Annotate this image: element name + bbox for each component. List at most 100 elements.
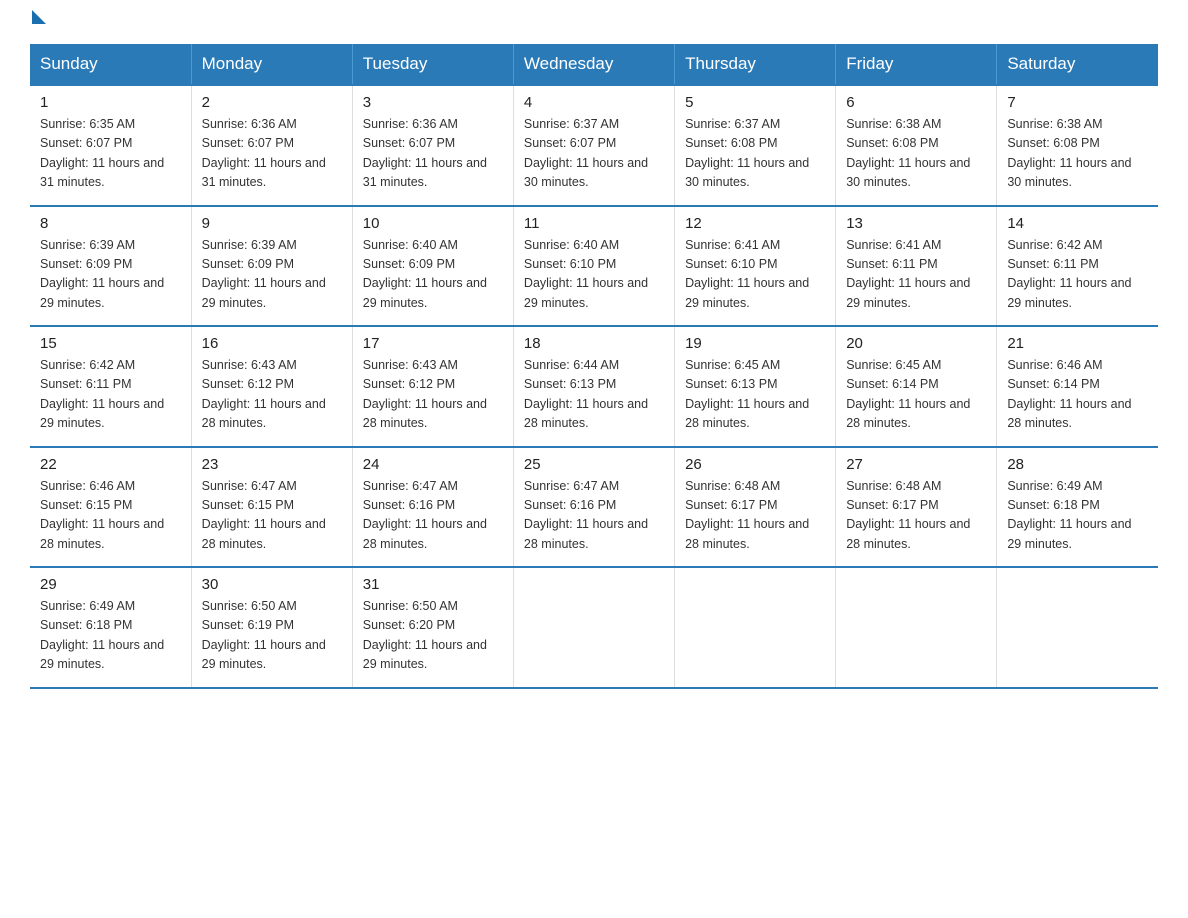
calendar-cell: 10 Sunrise: 6:40 AMSunset: 6:09 PMDayligh…	[352, 206, 513, 327]
day-info: Sunrise: 6:49 AMSunset: 6:18 PMDaylight:…	[40, 599, 164, 671]
calendar-cell: 3 Sunrise: 6:36 AMSunset: 6:07 PMDaylight…	[352, 85, 513, 206]
day-number: 12	[685, 215, 825, 232]
calendar-cell: 9 Sunrise: 6:39 AMSunset: 6:09 PMDaylight…	[191, 206, 352, 327]
day-info: Sunrise: 6:49 AMSunset: 6:18 PMDaylight:…	[1007, 479, 1131, 551]
day-info: Sunrise: 6:36 AMSunset: 6:07 PMDaylight:…	[202, 117, 326, 189]
day-info: Sunrise: 6:48 AMSunset: 6:17 PMDaylight:…	[846, 479, 970, 551]
day-number: 6	[846, 94, 986, 111]
calendar-cell: 14 Sunrise: 6:42 AMSunset: 6:11 PMDayligh…	[997, 206, 1158, 327]
day-info: Sunrise: 6:50 AMSunset: 6:19 PMDaylight:…	[202, 599, 326, 671]
day-info: Sunrise: 6:45 AMSunset: 6:13 PMDaylight:…	[685, 358, 809, 430]
day-info: Sunrise: 6:47 AMSunset: 6:15 PMDaylight:…	[202, 479, 326, 551]
calendar-cell	[836, 567, 997, 688]
day-info: Sunrise: 6:40 AMSunset: 6:09 PMDaylight:…	[363, 238, 487, 310]
calendar-cell: 4Sunrise: 6:37 AMSunset: 6:07 PMDaylight…	[513, 85, 674, 206]
calendar-cell: 2Sunrise: 6:36 AMSunset: 6:07 PMDaylight…	[191, 85, 352, 206]
day-number: 23	[202, 456, 342, 473]
day-info: Sunrise: 6:41 AMSunset: 6:10 PMDaylight:…	[685, 238, 809, 310]
day-number: 26	[685, 456, 825, 473]
day-info: Sunrise: 6:37 AMSunset: 6:08 PMDaylight:…	[685, 117, 809, 189]
calendar-cell: 19 Sunrise: 6:45 AMSunset: 6:13 PMDayligh…	[675, 326, 836, 447]
day-number: 14	[1007, 215, 1148, 232]
calendar-cell	[675, 567, 836, 688]
header-row: SundayMondayTuesdayWednesdayThursdayFrid…	[30, 44, 1158, 85]
calendar-cell: 1 Sunrise: 6:35 AMSunset: 6:07 PMDaylight…	[30, 85, 191, 206]
day-info: Sunrise: 6:42 AMSunset: 6:11 PMDaylight:…	[1007, 238, 1131, 310]
day-info: Sunrise: 6:47 AMSunset: 6:16 PMDaylight:…	[363, 479, 487, 551]
header-sunday: Sunday	[30, 44, 191, 85]
calendar-cell: 6 Sunrise: 6:38 AMSunset: 6:08 PMDaylight…	[836, 85, 997, 206]
day-info: Sunrise: 6:38 AMSunset: 6:08 PMDaylight:…	[1007, 117, 1131, 189]
day-number: 20	[846, 335, 986, 352]
calendar-cell: 5 Sunrise: 6:37 AMSunset: 6:08 PMDaylight…	[675, 85, 836, 206]
day-info: Sunrise: 6:38 AMSunset: 6:08 PMDaylight:…	[846, 117, 970, 189]
day-number: 22	[40, 456, 181, 473]
header-saturday: Saturday	[997, 44, 1158, 85]
calendar-cell: 13 Sunrise: 6:41 AMSunset: 6:11 PMDayligh…	[836, 206, 997, 327]
header-monday: Monday	[191, 44, 352, 85]
day-info: Sunrise: 6:48 AMSunset: 6:17 PMDaylight:…	[685, 479, 809, 551]
calendar-header: SundayMondayTuesdayWednesdayThursdayFrid…	[30, 44, 1158, 85]
calendar-cell: 21Sunrise: 6:46 AMSunset: 6:14 PMDayligh…	[997, 326, 1158, 447]
calendar-cell: 29 Sunrise: 6:49 AMSunset: 6:18 PMDayligh…	[30, 567, 191, 688]
week-row-3: 15 Sunrise: 6:42 AMSunset: 6:11 PMDayligh…	[30, 326, 1158, 447]
header-friday: Friday	[836, 44, 997, 85]
day-number: 25	[524, 456, 664, 473]
logo-triangle-icon	[32, 10, 46, 24]
header-thursday: Thursday	[675, 44, 836, 85]
calendar-cell: 8 Sunrise: 6:39 AMSunset: 6:09 PMDaylight…	[30, 206, 191, 327]
day-number: 7	[1007, 94, 1148, 111]
day-number: 24	[363, 456, 503, 473]
day-number: 8	[40, 215, 181, 232]
week-row-5: 29 Sunrise: 6:49 AMSunset: 6:18 PMDayligh…	[30, 567, 1158, 688]
week-row-4: 22Sunrise: 6:46 AMSunset: 6:15 PMDayligh…	[30, 447, 1158, 568]
calendar-cell: 7 Sunrise: 6:38 AMSunset: 6:08 PMDaylight…	[997, 85, 1158, 206]
day-number: 5	[685, 94, 825, 111]
calendar-cell: 26 Sunrise: 6:48 AMSunset: 6:17 PMDayligh…	[675, 447, 836, 568]
calendar-cell: 15 Sunrise: 6:42 AMSunset: 6:11 PMDayligh…	[30, 326, 191, 447]
day-number: 10	[363, 215, 503, 232]
day-info: Sunrise: 6:35 AMSunset: 6:07 PMDaylight:…	[40, 117, 164, 189]
calendar-table: SundayMondayTuesdayWednesdayThursdayFrid…	[30, 44, 1158, 689]
calendar-cell: 18 Sunrise: 6:44 AMSunset: 6:13 PMDayligh…	[513, 326, 674, 447]
day-number: 31	[363, 576, 503, 593]
header-tuesday: Tuesday	[352, 44, 513, 85]
calendar-cell: 20 Sunrise: 6:45 AMSunset: 6:14 PMDayligh…	[836, 326, 997, 447]
day-info: Sunrise: 6:39 AMSunset: 6:09 PMDaylight:…	[40, 238, 164, 310]
header-wednesday: Wednesday	[513, 44, 674, 85]
day-info: Sunrise: 6:44 AMSunset: 6:13 PMDaylight:…	[524, 358, 648, 430]
day-number: 18	[524, 335, 664, 352]
calendar-cell: 16Sunrise: 6:43 AMSunset: 6:12 PMDayligh…	[191, 326, 352, 447]
day-number: 3	[363, 94, 503, 111]
calendar-cell: 28Sunrise: 6:49 AMSunset: 6:18 PMDayligh…	[997, 447, 1158, 568]
calendar-cell: 27Sunrise: 6:48 AMSunset: 6:17 PMDayligh…	[836, 447, 997, 568]
day-number: 9	[202, 215, 342, 232]
day-info: Sunrise: 6:43 AMSunset: 6:12 PMDaylight:…	[202, 358, 326, 430]
calendar-cell: 23 Sunrise: 6:47 AMSunset: 6:15 PMDayligh…	[191, 447, 352, 568]
day-number: 15	[40, 335, 181, 352]
calendar-cell	[513, 567, 674, 688]
day-number: 11	[524, 215, 664, 232]
calendar-cell: 22Sunrise: 6:46 AMSunset: 6:15 PMDayligh…	[30, 447, 191, 568]
day-number: 13	[846, 215, 986, 232]
day-info: Sunrise: 6:45 AMSunset: 6:14 PMDaylight:…	[846, 358, 970, 430]
day-info: Sunrise: 6:40 AMSunset: 6:10 PMDaylight:…	[524, 238, 648, 310]
day-info: Sunrise: 6:41 AMSunset: 6:11 PMDaylight:…	[846, 238, 970, 310]
calendar-cell: 17 Sunrise: 6:43 AMSunset: 6:12 PMDayligh…	[352, 326, 513, 447]
day-number: 29	[40, 576, 181, 593]
week-row-2: 8 Sunrise: 6:39 AMSunset: 6:09 PMDaylight…	[30, 206, 1158, 327]
day-number: 4	[524, 94, 664, 111]
day-info: Sunrise: 6:50 AMSunset: 6:20 PMDaylight:…	[363, 599, 487, 671]
day-number: 17	[363, 335, 503, 352]
day-number: 1	[40, 94, 181, 111]
day-info: Sunrise: 6:36 AMSunset: 6:07 PMDaylight:…	[363, 117, 487, 189]
calendar-cell	[997, 567, 1158, 688]
calendar-cell: 11 Sunrise: 6:40 AMSunset: 6:10 PMDayligh…	[513, 206, 674, 327]
day-info: Sunrise: 6:42 AMSunset: 6:11 PMDaylight:…	[40, 358, 164, 430]
day-info: Sunrise: 6:43 AMSunset: 6:12 PMDaylight:…	[363, 358, 487, 430]
day-info: Sunrise: 6:46 AMSunset: 6:14 PMDaylight:…	[1007, 358, 1131, 430]
week-row-1: 1 Sunrise: 6:35 AMSunset: 6:07 PMDaylight…	[30, 85, 1158, 206]
day-number: 19	[685, 335, 825, 352]
calendar-cell: 24 Sunrise: 6:47 AMSunset: 6:16 PMDayligh…	[352, 447, 513, 568]
day-info: Sunrise: 6:39 AMSunset: 6:09 PMDaylight:…	[202, 238, 326, 310]
